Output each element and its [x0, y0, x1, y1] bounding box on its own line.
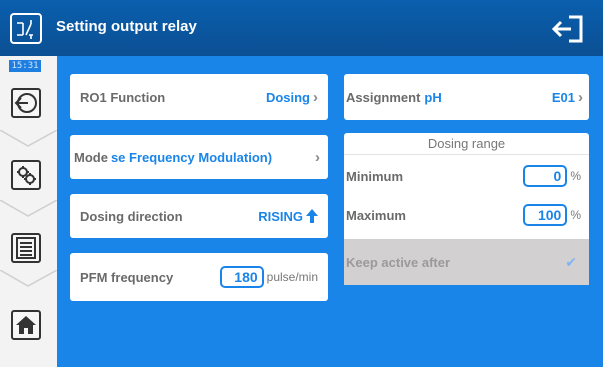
chevron-right-icon: ›	[313, 88, 318, 106]
mode-label: Mode	[74, 149, 108, 165]
keep-active-label: Keep active after	[346, 254, 451, 270]
settings-button[interactable]	[11, 160, 41, 190]
back-button[interactable]	[11, 88, 41, 118]
pfm-label: PFM frequency	[80, 269, 174, 285]
maximum-label: Maximum	[346, 207, 406, 223]
exit-icon	[551, 15, 583, 43]
menu-icon	[16, 237, 36, 259]
assignment-label: Assignment	[346, 89, 421, 105]
maximum-unit: %	[570, 208, 581, 222]
title-bar: Setting output relay	[0, 0, 603, 56]
divider-notch	[0, 130, 57, 147]
clock-display: 15:31	[9, 60, 41, 72]
checkmark-icon: ✔	[565, 253, 577, 270]
function-value: Dosing	[265, 89, 310, 105]
direction-label: Dosing direction	[80, 208, 183, 224]
minimum-label: Minimum	[346, 168, 404, 184]
home-button[interactable]	[11, 310, 41, 340]
pfm-unit: pulse/min	[266, 270, 318, 284]
arrow-up-icon	[306, 209, 318, 223]
pfm-card: PFM frequency 180 pulse/min	[70, 253, 328, 301]
maximum-row: Maximum 100 %	[344, 198, 589, 232]
keep-active-row: Keep active after ✔	[344, 239, 589, 285]
page-title: Setting output relay	[56, 18, 197, 35]
back-icon	[14, 93, 37, 113]
assignment-param: pH	[424, 89, 442, 105]
settings-icon	[17, 166, 36, 185]
home-icon	[16, 316, 36, 334]
function-card[interactable]: RO1 Function Dosing ›	[70, 74, 328, 120]
exit-button[interactable]	[551, 14, 585, 44]
direction-card[interactable]: Dosing direction RISING	[70, 194, 328, 238]
divider-notch	[0, 200, 57, 217]
keep-active-checkbox[interactable]: ✔	[565, 254, 577, 271]
dosing-range-title: Dosing range	[344, 133, 589, 155]
minimum-input[interactable]: 0	[523, 165, 568, 187]
menu-button[interactable]	[11, 233, 41, 263]
minimum-unit: %	[570, 169, 581, 183]
chevron-right-icon: ›	[578, 88, 583, 106]
pfm-input[interactable]: 180	[219, 266, 264, 288]
function-label: RO1 Function	[80, 89, 166, 105]
chevron-right-icon: ›	[315, 148, 320, 166]
divider-notch	[0, 270, 57, 287]
mode-value: se Frequency Modulation)	[110, 149, 273, 165]
maximum-input[interactable]: 100	[523, 204, 568, 226]
dosing-range-panel: Dosing range Minimum 0 % Maximum 100 % K…	[344, 133, 589, 285]
assignment-card[interactable]: Assignment pH E01 ›	[344, 74, 589, 120]
mode-card[interactable]: Mode se Frequency Modulation) ›	[70, 135, 328, 179]
relay-icon	[10, 13, 42, 44]
minimum-row: Minimum 0 %	[344, 159, 589, 193]
direction-value: RISING	[258, 208, 303, 224]
assignment-value: E01	[551, 89, 575, 105]
